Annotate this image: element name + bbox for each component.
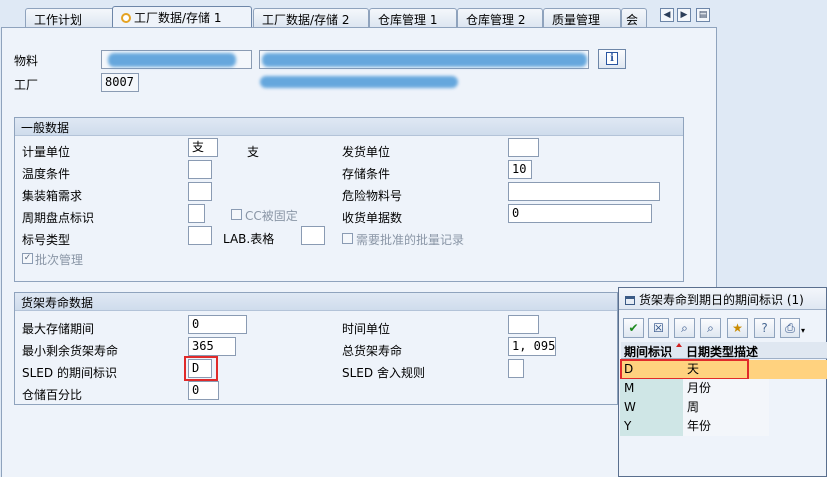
scroll-left-icon[interactable]: ◀: [660, 8, 674, 22]
period-code-cell[interactable]: W: [620, 398, 683, 417]
gr-slips-label: 收货单据数: [342, 211, 403, 225]
lab-form-label: LAB.表格: [223, 232, 275, 246]
tab-label: 仓库管理 1: [378, 13, 438, 27]
period-desc-cell[interactable]: 月份: [683, 379, 769, 398]
window-icon: [625, 296, 635, 305]
approved-batch-label: 需要批准的批量记录: [356, 233, 465, 247]
add-favorite-icon[interactable]: ★: [727, 318, 748, 338]
redaction-material-description: [262, 53, 587, 67]
uom-field[interactable]: 支: [188, 138, 218, 157]
tab-work-scheduling[interactable]: 工作计划: [25, 8, 115, 27]
sled-period-label: SLED 的期间标识: [22, 366, 117, 380]
print-icon[interactable]: ⎙: [780, 318, 800, 338]
tab-accounting[interactable]: 会: [621, 8, 647, 27]
column-header-description[interactable]: 日期类型描述: [683, 342, 827, 359]
redaction-plant-description: [260, 76, 458, 88]
uom-label: 计量单位: [22, 145, 71, 159]
tab-strip: 工作计划 工厂数据/存储 1 工厂数据/存储 2 仓库管理 1 仓库管理 2 质…: [0, 0, 827, 28]
min-rem-shelf-field[interactable]: 365: [188, 337, 236, 356]
tab-label: 质量管理: [552, 13, 601, 27]
time-unit-field[interactable]: [508, 315, 539, 334]
row-highlight-box: [620, 359, 749, 380]
popup-title-bar: 货架寿命到期日的期间标识 (1): [619, 288, 826, 310]
column-header-period[interactable]: 期间标识: [621, 342, 683, 359]
max-storage-label: 最大存储期间: [22, 322, 95, 336]
cancel-x-icon[interactable]: ☒: [648, 318, 669, 338]
issue-unit-label: 发货单位: [342, 145, 391, 159]
storage-pct-field[interactable]: 0: [188, 381, 219, 400]
info-icon: i: [606, 52, 618, 65]
tab-label: 工厂数据/存储 2: [262, 13, 350, 27]
uom-text: 支: [247, 145, 260, 159]
approved-batch-checkbox[interactable]: [342, 233, 353, 244]
search-binoculars-icon[interactable]: ⌕: [674, 318, 695, 338]
batch-mgmt-label: 批次管理: [35, 253, 84, 267]
hazmat-label: 危险物料号: [342, 189, 403, 203]
lab-form-field[interactable]: [301, 226, 325, 245]
batch-mgmt-checkbox[interactable]: ✓: [22, 253, 33, 264]
tab-label: 工厂数据/存储 1: [134, 11, 222, 25]
label-type-label: 标号类型: [22, 233, 71, 247]
tab-list-icon[interactable]: ▤: [696, 8, 710, 22]
material-label: 物料: [14, 54, 39, 68]
storage-pct-label: 仓储百分比: [22, 388, 83, 402]
max-storage-field[interactable]: 0: [188, 315, 247, 334]
redaction-material-number: [108, 53, 236, 67]
container-req-label: 集装箱需求: [22, 189, 83, 203]
label-type-field[interactable]: [188, 226, 212, 245]
sled-rounding-label: SLED 舍入规则: [342, 366, 425, 380]
cc-fixed-label: CC被固定: [245, 209, 298, 223]
general-data-title: 一般数据: [15, 118, 683, 136]
tab-label: 工作计划: [34, 13, 83, 27]
issue-unit-field[interactable]: [508, 138, 539, 157]
tab-quality-mgmt[interactable]: 质量管理: [543, 8, 621, 27]
toolbar-dropdown-icon[interactable]: ▾: [801, 318, 811, 338]
period-desc-cell[interactable]: 年份: [683, 417, 769, 436]
hazmat-field[interactable]: [508, 182, 660, 201]
total-shelf-field[interactable]: 1, 095: [508, 337, 556, 356]
tab-plant-data-storage-2[interactable]: 工厂数据/存储 2: [253, 8, 369, 27]
period-code-cell[interactable]: Y: [620, 417, 683, 436]
temp-condition-label: 温度条件: [22, 167, 71, 181]
tab-label: 会: [626, 13, 639, 27]
search-next-icon[interactable]: ⌕: [700, 318, 721, 338]
cycle-count-field[interactable]: [188, 204, 205, 223]
time-unit-label: 时间单位: [342, 322, 391, 336]
active-tab-icon: [121, 13, 131, 23]
gr-slips-field[interactable]: 0: [508, 204, 652, 223]
period-code-cell[interactable]: M: [620, 379, 683, 398]
storage-cond-label: 存储条件: [342, 167, 391, 181]
cc-fixed-checkbox[interactable]: [231, 209, 242, 220]
tab-plant-data-storage-1[interactable]: 工厂数据/存储 1: [112, 6, 252, 28]
storage-cond-field[interactable]: 10: [508, 160, 532, 179]
container-req-field[interactable]: [188, 182, 212, 201]
cycle-count-label: 周期盘点标识: [22, 211, 95, 225]
shelf-life-title: 货架寿命数据: [15, 293, 617, 311]
min-rem-shelf-label: 最小剩余货架寿命: [22, 344, 119, 358]
plant-label: 工厂: [14, 78, 39, 92]
plant-field: 8007: [101, 73, 139, 92]
temp-condition-field[interactable]: [188, 160, 212, 179]
tab-warehouse-mgmt-1[interactable]: 仓库管理 1: [369, 8, 457, 27]
total-shelf-label: 总货架寿命: [342, 344, 403, 358]
help-icon[interactable]: ?: [754, 318, 775, 338]
popup-title: 货架寿命到期日的期间标识 (1): [639, 293, 804, 307]
sort-icon: [676, 343, 682, 347]
scroll-right-icon[interactable]: ▶: [677, 8, 691, 22]
sled-highlight-box: [184, 356, 218, 381]
tab-warehouse-mgmt-2[interactable]: 仓库管理 2: [457, 8, 543, 27]
confirm-check-icon[interactable]: ✔: [623, 318, 644, 338]
info-button[interactable]: i: [598, 49, 626, 69]
tab-label: 仓库管理 2: [466, 13, 526, 27]
sled-rounding-field[interactable]: [508, 359, 524, 378]
period-desc-cell[interactable]: 周: [683, 398, 769, 417]
